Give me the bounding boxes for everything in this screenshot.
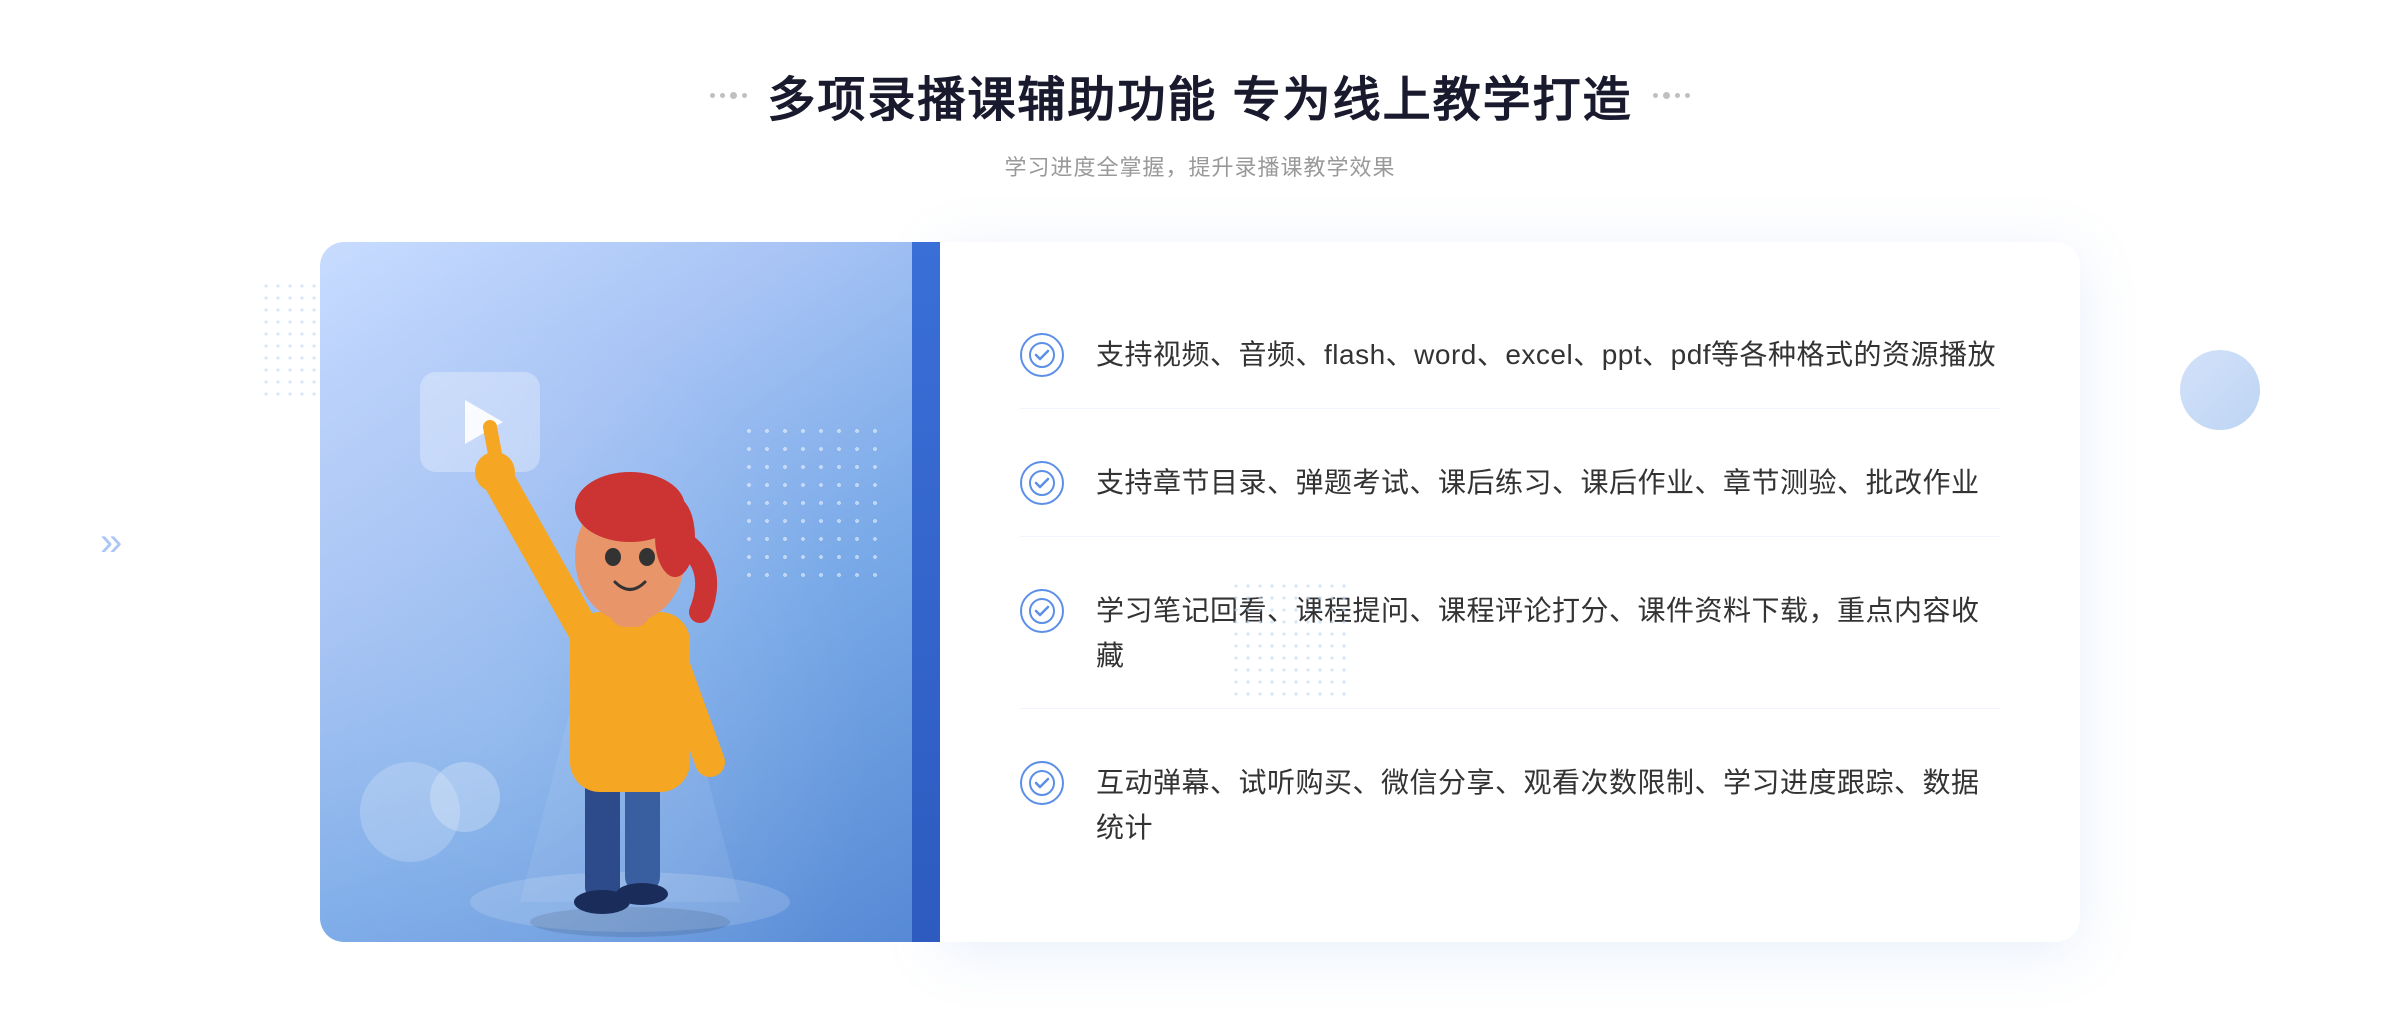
blue-stripe [912,242,940,942]
title-row: 多项录播课辅助功能 专为线上教学打造 [710,60,1689,130]
dot-4 [742,93,747,98]
dot-1 [710,93,715,98]
dot-8 [1685,93,1690,98]
header-section: 多项录播课辅助功能 专为线上教学打造 学习进度全掌握，提升录播课教学效果 [710,60,1689,182]
dot-3 [730,92,737,99]
check-circle-2 [1020,461,1064,505]
check-icon-1 [1028,341,1056,369]
feature-text-4: 互动弹幕、试听购买、微信分享、观看次数限制、学习进度跟踪、数据统计 [1096,761,2000,851]
feature-text-2: 支持章节目录、弹题考试、课后练习、课后作业、章节测验、批改作业 [1096,461,1980,506]
page-title: 多项录播课辅助功能 专为线上教学打造 [767,60,1632,130]
content-area: 支持视频、音频、flash、word、excel、ppt、pdf等各种格式的资源… [320,242,2080,942]
page-wrapper: » 多项录播课辅助功能 专为线上教学打造 学习进度全掌握，提升录播课教学效果 [0,0,2400,1022]
dot-pattern-right [1230,580,1350,700]
feature-item-3: 学习笔记回看、课程提问、课程评论打分、课件资料下载，重点内容收藏 [1020,559,2000,710]
dot-2 [720,93,725,98]
check-icon-2 [1028,469,1056,497]
dot-6 [1663,92,1670,99]
teaching-figure [440,382,820,942]
feature-item-1: 支持视频、音频、flash、word、excel、ppt、pdf等各种格式的资源… [1020,303,2000,409]
features-card: 支持视频、音频、flash、word、excel、ppt、pdf等各种格式的资源… [940,242,2080,942]
title-dots-left [710,92,747,99]
illustration-card [320,242,940,942]
check-circle-3 [1020,589,1064,633]
feature-item-2: 支持章节目录、弹题考试、课后练习、课后作业、章节测验、批改作业 [1020,431,2000,537]
page-subtitle: 学习进度全掌握，提升录播课教学效果 [710,150,1689,182]
dot-7 [1675,93,1680,98]
check-icon-3 [1028,597,1056,625]
feature-text-1: 支持视频、音频、flash、word、excel、ppt、pdf等各种格式的资源… [1096,333,1996,378]
check-icon-4 [1028,769,1056,797]
check-circle-4 [1020,761,1064,805]
side-circle-decoration [2180,350,2260,430]
check-circle-1 [1020,333,1064,377]
dot-5 [1653,93,1658,98]
arrows-decoration: » [100,520,122,565]
feature-item-4: 互动弹幕、试听购买、微信分享、观看次数限制、学习进度跟踪、数据统计 [1020,731,2000,881]
title-dots-right [1653,92,1690,99]
chevron-left-icon: » [100,520,122,565]
